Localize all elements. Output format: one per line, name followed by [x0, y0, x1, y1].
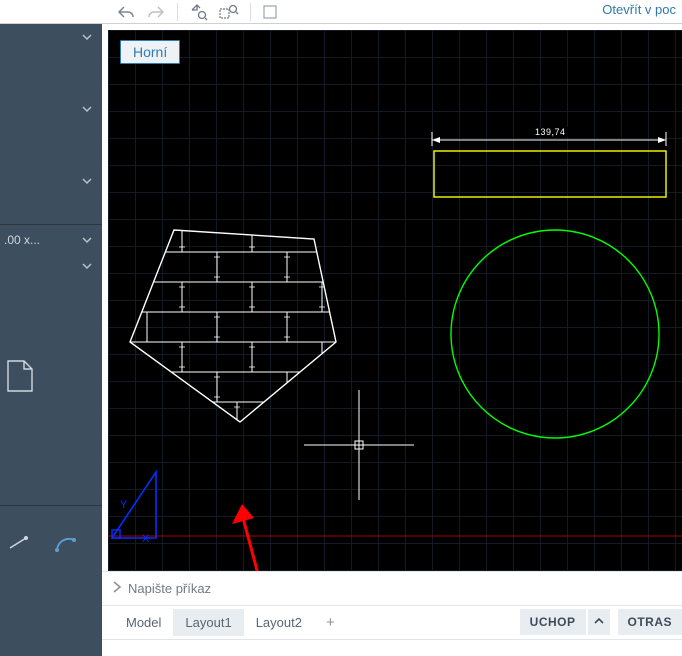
tab-model[interactable]: Model [114, 609, 173, 636]
command-expand-icon[interactable] [112, 581, 122, 596]
status-osnap-button[interactable]: OTRAS [618, 609, 682, 635]
panel-collapse-2[interactable] [0, 96, 102, 122]
open-link[interactable]: Otevřít v poc [602, 2, 676, 17]
axis-line [108, 534, 682, 538]
file-icon[interactable] [6, 359, 102, 396]
zoom-extents-icon[interactable] [218, 1, 240, 23]
drawing-area-frame: Horní 139,74 [102, 24, 682, 571]
status-snap-caret[interactable] [588, 609, 610, 635]
layer-dropdown[interactable] [261, 1, 295, 23]
top-toolbar: Otevřít v poc [0, 0, 682, 24]
crosshair-cursor [304, 390, 414, 500]
ucs-icon[interactable]: Y X [108, 462, 172, 546]
panel-collapse-1[interactable] [0, 24, 102, 50]
tab-layout2[interactable]: Layout2 [244, 609, 314, 636]
command-input-placeholder[interactable]: Napište příkaz [128, 581, 211, 596]
svg-text:X: X [142, 533, 150, 545]
status-bar [102, 639, 682, 656]
status-right: UCHOP OTRAS [520, 605, 682, 639]
redo-icon[interactable] [145, 1, 167, 23]
circle-object[interactable] [446, 225, 664, 443]
zoom-window-icon[interactable] [188, 1, 210, 23]
undo-icon[interactable] [115, 1, 137, 23]
zoom-row[interactable]: .00 x... [0, 227, 102, 253]
view-cube-label[interactable]: Horní [120, 40, 180, 64]
tab-layout1[interactable]: Layout1 [173, 609, 243, 636]
dimension-text[interactable]: 139,74 [532, 127, 569, 137]
command-bar[interactable]: Napište příkaz [102, 571, 682, 605]
left-panel: .00 x... [0, 24, 102, 656]
status-snap-button[interactable]: UCHOP [520, 609, 586, 635]
drawing-canvas[interactable]: Horní 139,74 [108, 30, 682, 571]
svg-text:Y: Y [120, 499, 128, 511]
panel-collapse-4[interactable] [0, 253, 102, 279]
rectangle-object[interactable] [433, 150, 667, 200]
line-tool-icon[interactable] [8, 532, 32, 556]
zoom-value: .00 x... [0, 233, 46, 247]
arc-tool-icon[interactable] [54, 532, 78, 556]
panel-collapse-3[interactable] [0, 168, 102, 194]
tab-add[interactable]: + [314, 608, 347, 637]
